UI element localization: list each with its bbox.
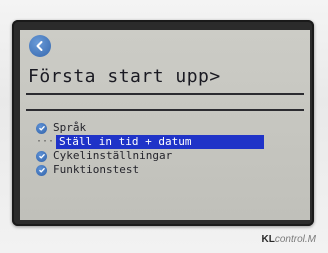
page-title: Första start upp> bbox=[28, 66, 221, 87]
menu-item-cykel[interactable]: Cykelinställningar bbox=[26, 149, 306, 163]
check-icon bbox=[36, 122, 47, 134]
divider-bottom bbox=[26, 109, 304, 111]
settings-menu: Språk ··· Ställ in tid + datum Cykelinst… bbox=[26, 121, 306, 177]
device-housing: Första start upp> Språk ··· Ställ in tid… bbox=[0, 0, 328, 253]
menu-item-label: Funktionstest bbox=[53, 163, 140, 176]
brand-logo: KLcontrol.M bbox=[261, 234, 316, 245]
lcd-screen: Första start upp> Språk ··· Ställ in tid… bbox=[20, 30, 310, 220]
back-button[interactable] bbox=[29, 35, 51, 57]
menu-item-time-date[interactable]: ··· Ställ in tid + datum bbox=[36, 135, 264, 149]
divider-top bbox=[26, 93, 304, 95]
menu-item-funktionstest[interactable]: Funktionstest bbox=[26, 163, 306, 177]
menu-item-label: Ställ in tid + datum bbox=[59, 135, 192, 148]
check-icon bbox=[36, 150, 47, 162]
back-arrow-icon bbox=[36, 41, 43, 51]
check-icon bbox=[36, 164, 47, 176]
menu-item-label: Språk bbox=[53, 121, 87, 134]
menu-item-label: Cykelinställningar bbox=[53, 149, 173, 162]
menu-item-sprak[interactable]: Språk bbox=[26, 121, 306, 135]
dots-icon: ··· bbox=[36, 136, 55, 147]
